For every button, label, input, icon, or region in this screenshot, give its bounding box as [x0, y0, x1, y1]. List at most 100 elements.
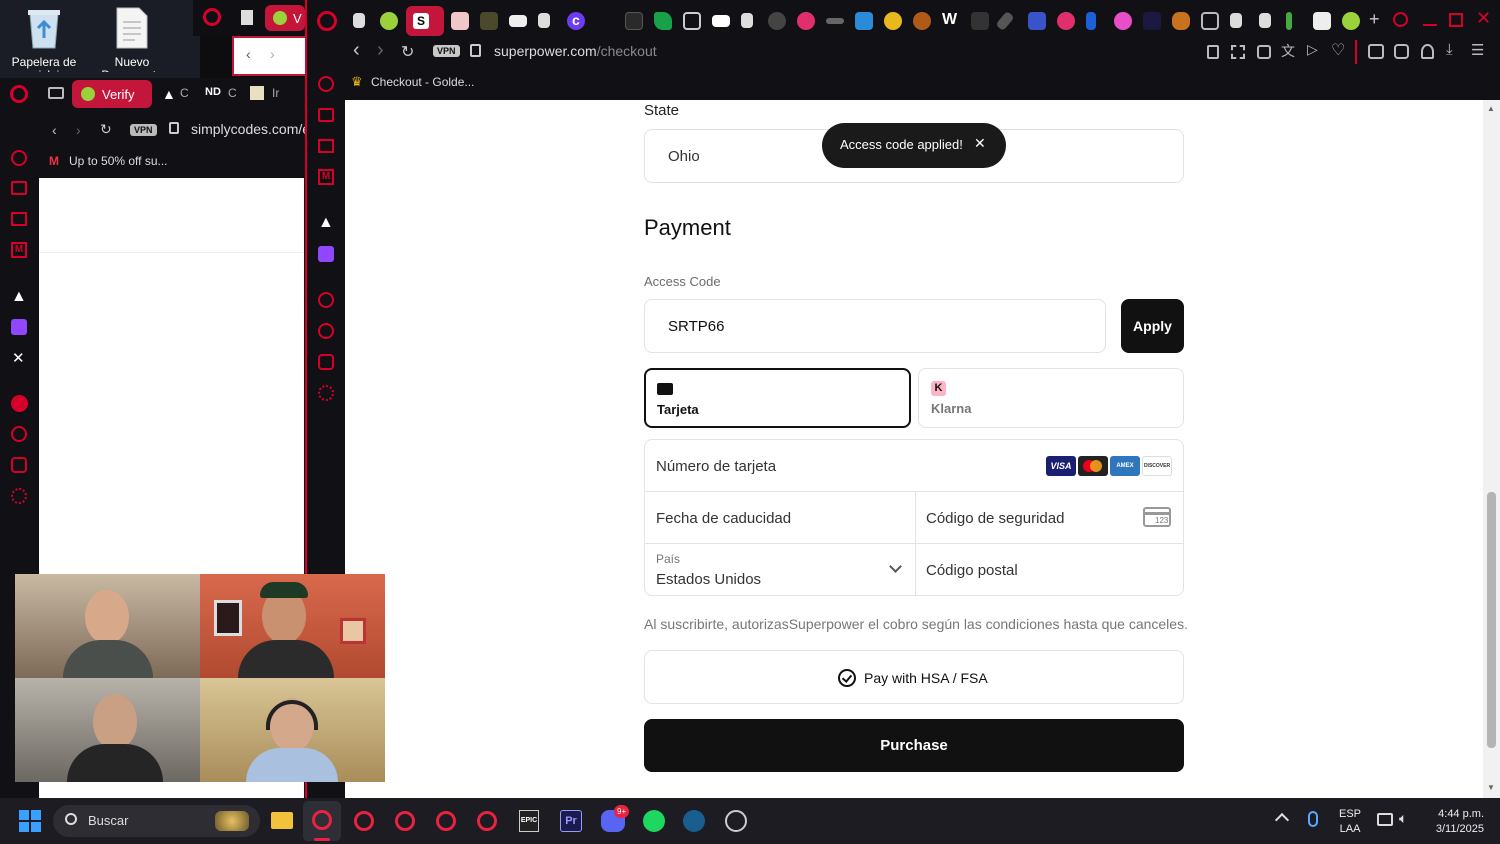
tab-favicon[interactable] — [712, 15, 730, 27]
download-icon[interactable]: ⤓ — [1446, 41, 1453, 58]
fire-icon[interactable]: ▲ — [162, 86, 176, 102]
tab-favicon[interactable] — [995, 10, 1015, 32]
method-card[interactable]: Tarjeta — [644, 368, 911, 428]
tab-favicon[interactable] — [797, 12, 815, 30]
tab-label-partial[interactable]: C — [228, 86, 237, 100]
tab-favicon[interactable] — [480, 12, 498, 30]
microphone-icon[interactable] — [1308, 811, 1318, 827]
tab-favicon[interactable] — [1086, 12, 1096, 30]
opera-logo-icon[interactable] — [203, 8, 221, 26]
menu-icon[interactable]: ☰ — [1471, 41, 1484, 59]
tab-favicon[interactable] — [826, 18, 844, 24]
extensions-icon[interactable] — [1394, 44, 1409, 59]
forward-arrow-icon[interactable]: › — [270, 46, 275, 62]
country-select[interactable]: País Estados Unidos — [645, 544, 915, 595]
tab-favicon[interactable] — [768, 12, 786, 30]
verify-tab-icon[interactable] — [380, 12, 398, 30]
postal-code-input[interactable]: Código postal — [926, 562, 1018, 579]
history-icon[interactable] — [11, 426, 27, 442]
adblock-icon[interactable] — [1257, 45, 1271, 59]
tab-favicon[interactable] — [1028, 12, 1046, 30]
scroll-down-icon[interactable]: ▼ — [1487, 783, 1495, 792]
access-code-input[interactable]: SRTP66 — [644, 299, 1106, 353]
tab-favicon[interactable] — [971, 12, 989, 30]
tab-label-partial[interactable]: C — [180, 86, 189, 100]
lock-icon[interactable] — [470, 44, 481, 57]
nd-icon[interactable]: ND — [205, 86, 221, 98]
hsa-fsa-button[interactable]: Pay with HSA / FSA — [644, 650, 1184, 704]
opera-logo-icon[interactable] — [395, 811, 415, 831]
messenger-icon[interactable]: M — [11, 242, 27, 258]
reload-icon[interactable]: ↻ — [401, 42, 414, 62]
wikipedia-icon[interactable]: W — [942, 11, 957, 29]
tab-favicon[interactable] — [855, 12, 873, 30]
clock[interactable]: 4:44 p.m. 3/11/2025 — [1424, 807, 1484, 837]
profile-icon[interactable] — [1421, 44, 1434, 59]
ai-icon[interactable]: ▲ — [11, 288, 27, 306]
opera-logo-icon[interactable] — [354, 811, 374, 831]
wallet-icon[interactable] — [11, 212, 27, 226]
steam-icon[interactable] — [683, 810, 705, 832]
verify-tab[interactable]: Verify — [72, 80, 152, 108]
send-icon[interactable]: ▷ — [1307, 41, 1318, 58]
tab-favicon[interactable]: c — [572, 12, 580, 28]
vpn-badge[interactable]: VPN — [130, 124, 157, 136]
aria-icon[interactable] — [11, 150, 27, 166]
cvc-input[interactable]: Código de seguridad — [926, 510, 1064, 527]
opera-logo-icon[interactable] — [477, 811, 497, 831]
method-klarna[interactable]: K Klarna — [918, 368, 1184, 428]
tab-favicon[interactable] — [1114, 12, 1132, 30]
toast-close-icon[interactable]: ✕ — [974, 135, 986, 152]
aria-icon[interactable] — [318, 76, 334, 92]
ai-icon[interactable]: ▲ — [318, 214, 334, 232]
purchase-button[interactable]: Purchase — [644, 719, 1184, 772]
player-icon[interactable] — [318, 292, 334, 308]
taskbar-search[interactable]: Buscar — [53, 805, 260, 837]
expiry-input[interactable]: Fecha de caducidad — [656, 510, 791, 527]
page-tab-icon[interactable] — [538, 13, 550, 28]
extensions-icon[interactable] — [11, 457, 27, 473]
opera-logo-icon[interactable] — [436, 811, 456, 831]
back-tab-active[interactable]: V — [265, 5, 305, 31]
extensions-icon[interactable] — [318, 354, 334, 370]
forward-arrow-icon[interactable]: › — [76, 122, 81, 138]
tab-favicon[interactable] — [451, 12, 469, 30]
vr-icon[interactable] — [1368, 44, 1384, 59]
scroll-up-icon[interactable]: ▲ — [1487, 104, 1495, 113]
premiere-icon[interactable]: Pr — [560, 810, 582, 832]
settings-icon[interactable] — [318, 385, 334, 401]
back-arrow-icon[interactable]: ‹ — [353, 39, 360, 62]
tab-label-partial[interactable]: Ir — [272, 86, 279, 100]
spotify-icon[interactable] — [643, 810, 665, 832]
lock-icon[interactable] — [169, 122, 179, 134]
tab-favicon[interactable] — [1143, 12, 1161, 30]
verify-tab-icon[interactable] — [1342, 12, 1360, 30]
back-arrow-icon[interactable]: ‹ — [246, 46, 251, 62]
opera-active-app[interactable] — [303, 801, 341, 841]
back-url[interactable]: simplycodes.com/e — [191, 121, 310, 137]
tab-favicon[interactable] — [913, 12, 931, 30]
opera-logo-icon[interactable] — [10, 85, 28, 103]
page-tab-icon[interactable] — [1230, 13, 1242, 28]
reload-icon[interactable]: ↻ — [100, 121, 112, 138]
minimize-icon[interactable] — [1423, 24, 1437, 26]
page-icon[interactable] — [241, 10, 253, 25]
tab-favicon[interactable] — [509, 15, 527, 27]
maximize-icon[interactable] — [1449, 13, 1463, 27]
network-icon[interactable] — [1377, 813, 1393, 826]
search-icon[interactable] — [1393, 12, 1408, 27]
tab-favicon[interactable] — [884, 12, 902, 30]
x-icon[interactable]: ✕ — [12, 349, 25, 367]
windows-start-icon[interactable] — [19, 810, 41, 832]
opera-logo-icon[interactable] — [317, 11, 337, 31]
tab-favicon[interactable] — [625, 12, 643, 30]
scrollbar[interactable]: ▲ ▼ — [1483, 100, 1500, 798]
bookmark-item[interactable]: Checkout - Golde... — [371, 75, 474, 89]
tab-favicon[interactable] — [1201, 12, 1219, 30]
vpn-badge[interactable]: VPN — [433, 45, 460, 57]
back-arrow-icon[interactable]: ‹ — [52, 122, 57, 138]
forward-arrow-icon[interactable]: › — [377, 39, 384, 62]
translate-icon[interactable]: 文 — [1281, 41, 1295, 61]
card-number-input[interactable]: Número de tarjeta — [656, 458, 776, 475]
tab-favicon[interactable] — [1313, 12, 1331, 30]
